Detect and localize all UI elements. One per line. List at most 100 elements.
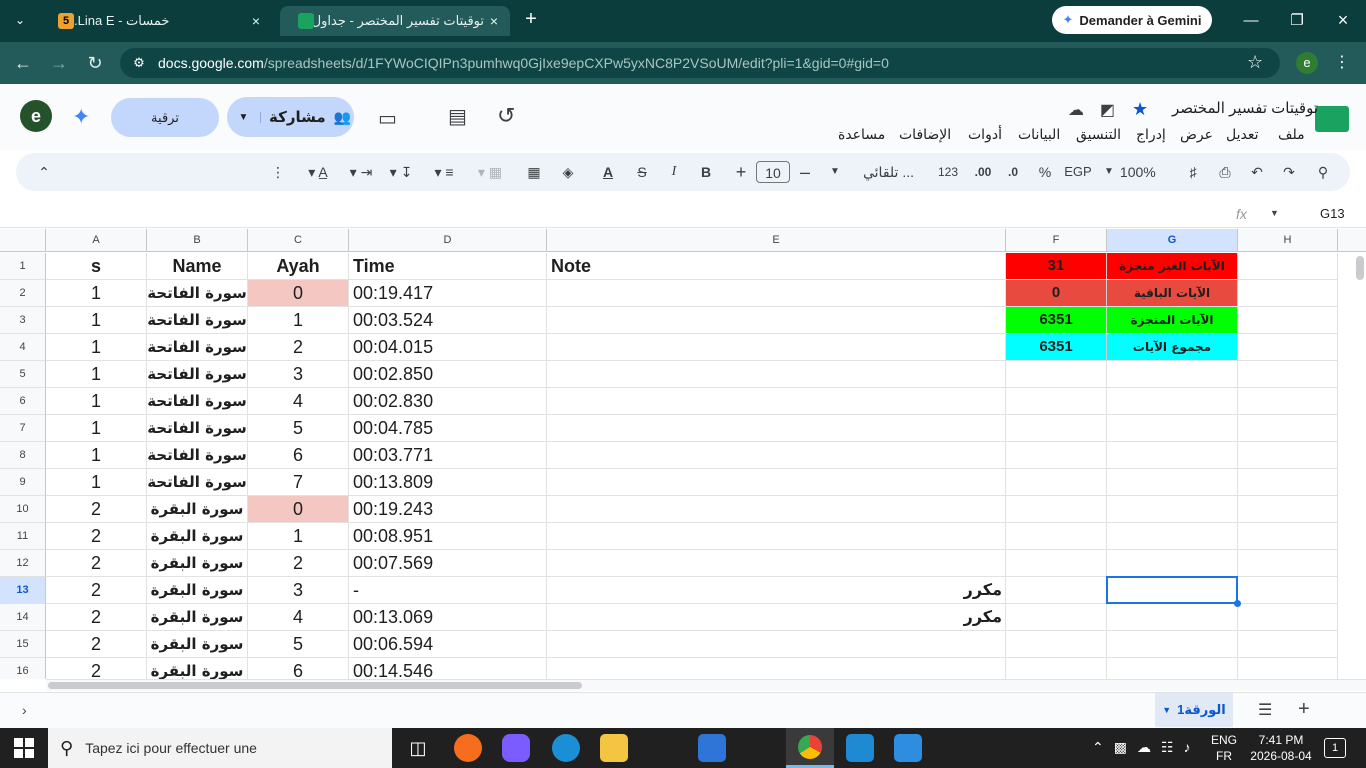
cell-d6[interactable]: 00:02.830 bbox=[349, 388, 547, 415]
cell-g10[interactable] bbox=[1107, 496, 1238, 523]
task-view-icon[interactable]: ◫ bbox=[404, 734, 432, 762]
text-color-icon[interactable]: A bbox=[596, 161, 620, 183]
cell-e4[interactable] bbox=[547, 334, 1006, 361]
sidebar-expand-icon[interactable]: › bbox=[22, 702, 27, 718]
browser-menu-icon[interactable]: ⋮ bbox=[1334, 52, 1350, 72]
menu-view[interactable]: عرض bbox=[1180, 126, 1213, 143]
cell-e15[interactable] bbox=[547, 631, 1006, 658]
cell-a8[interactable]: 1 bbox=[46, 442, 147, 469]
cell-h9[interactable] bbox=[1238, 469, 1338, 496]
cell-a4[interactable]: 1 bbox=[46, 334, 147, 361]
cell-a14[interactable]: 2 bbox=[46, 604, 147, 631]
row-header[interactable]: 14 bbox=[0, 604, 46, 631]
cell-h15[interactable] bbox=[1238, 631, 1338, 658]
fill-color-icon[interactable]: ◈ bbox=[556, 161, 580, 183]
paint-icon[interactable] bbox=[894, 734, 922, 762]
cell-h6[interactable] bbox=[1238, 388, 1338, 415]
cell-b3[interactable]: سورة الفاتحة bbox=[147, 307, 248, 334]
row-header[interactable]: 1 bbox=[0, 253, 46, 280]
text-direction-icon[interactable]: ▾ ⇥ bbox=[344, 161, 378, 183]
cell-b8[interactable]: سورة الفاتحة bbox=[147, 442, 248, 469]
font-size-increase-icon[interactable]: + bbox=[730, 161, 752, 183]
cell-h1[interactable] bbox=[1238, 253, 1338, 280]
search-menus-icon[interactable]: ⚲ bbox=[1312, 161, 1334, 183]
cell-c1[interactable]: Ayah bbox=[248, 253, 349, 280]
cell-g5[interactable] bbox=[1107, 361, 1238, 388]
cell-c7[interactable]: 5 bbox=[248, 415, 349, 442]
bold-icon[interactable]: B bbox=[694, 161, 718, 183]
language-indicator[interactable]: ENG FR bbox=[1206, 732, 1242, 764]
cell-g3[interactable]: الآيات المنجزة bbox=[1107, 307, 1238, 334]
cell-g7[interactable] bbox=[1107, 415, 1238, 442]
all-sheets-icon[interactable]: ☰ bbox=[1258, 700, 1272, 720]
tray-icons[interactable]: ⌃▩☁☷♪ bbox=[1092, 739, 1201, 756]
menu-help[interactable]: مساعدة bbox=[838, 126, 885, 143]
cell-d13[interactable]: - bbox=[349, 577, 547, 604]
name-box-dropdown-icon[interactable]: ▼ bbox=[1270, 208, 1279, 218]
cell-c12[interactable]: 2 bbox=[248, 550, 349, 577]
cell-h12[interactable] bbox=[1238, 550, 1338, 577]
sheet-tab[interactable]: ▼ الورقة1 bbox=[1155, 693, 1233, 727]
italic-icon[interactable]: I bbox=[662, 161, 686, 183]
cell-d8[interactable]: 00:03.771 bbox=[349, 442, 547, 469]
cell-f8[interactable] bbox=[1006, 442, 1107, 469]
file-explorer-icon[interactable] bbox=[600, 734, 628, 762]
clock[interactable]: 7:41 PM 2026-08-04 bbox=[1248, 732, 1314, 764]
row-header[interactable]: 5 bbox=[0, 361, 46, 388]
cell-c9[interactable]: 7 bbox=[248, 469, 349, 496]
select-all-corner[interactable] bbox=[0, 229, 46, 252]
cell-c16[interactable]: 6 bbox=[248, 658, 349, 679]
row-header[interactable]: 3 bbox=[0, 307, 46, 334]
tab-sheets[interactable]: توقيتات تفسير المختصر - جداول بـ bbox=[280, 6, 510, 36]
cell-b1[interactable]: Name bbox=[147, 253, 248, 280]
menu-data[interactable]: البيانات bbox=[1018, 126, 1060, 143]
paint-format-icon[interactable]: ♯ bbox=[1182, 161, 1204, 183]
cell-d16[interactable]: 00:14.546 bbox=[349, 658, 547, 679]
cell-a5[interactable]: 1 bbox=[46, 361, 147, 388]
cell-c4[interactable]: 2 bbox=[248, 334, 349, 361]
move-folder-icon[interactable]: ◩ bbox=[1100, 100, 1115, 120]
row-header[interactable]: 16 bbox=[0, 658, 46, 679]
cell-f14[interactable] bbox=[1006, 604, 1107, 631]
redo-icon[interactable]: ↷ bbox=[1278, 161, 1300, 183]
history-icon[interactable]: ↺ bbox=[497, 103, 515, 129]
forward-icon[interactable]: → bbox=[47, 51, 71, 75]
notification-icon[interactable]: 1 bbox=[1324, 738, 1346, 758]
cell-a11[interactable]: 2 bbox=[46, 523, 147, 550]
row-header[interactable]: 11 bbox=[0, 523, 46, 550]
cell-g11[interactable] bbox=[1107, 523, 1238, 550]
close-icon[interactable]: × bbox=[486, 13, 502, 29]
decrease-decimal-button[interactable]: .0 bbox=[1002, 161, 1024, 183]
gemini-sparkle-icon[interactable]: ✦ bbox=[72, 104, 90, 130]
cell-c13[interactable]: 3 bbox=[248, 577, 349, 604]
window-close-button[interactable]: × bbox=[1320, 0, 1366, 40]
cell-b5[interactable]: سورة الفاتحة bbox=[147, 361, 248, 388]
borders-icon[interactable]: ▦ bbox=[522, 161, 546, 183]
column-header-h[interactable]: H bbox=[1238, 229, 1338, 252]
cell-g14[interactable] bbox=[1107, 604, 1238, 631]
cell-a9[interactable]: 1 bbox=[46, 469, 147, 496]
column-header-c[interactable]: C bbox=[248, 229, 349, 252]
cell-h13[interactable] bbox=[1238, 577, 1338, 604]
cell-b10[interactable]: سورة البقرة bbox=[147, 496, 248, 523]
menu-file[interactable]: ملف bbox=[1278, 126, 1305, 143]
profile-avatar[interactable]: e bbox=[1296, 52, 1318, 74]
cell-f1[interactable]: 31 bbox=[1006, 253, 1107, 280]
vscode-icon[interactable] bbox=[846, 734, 874, 762]
share-dropdown-icon[interactable]: ▼ bbox=[227, 111, 261, 123]
cell-a16[interactable]: 2 bbox=[46, 658, 147, 679]
fill-handle[interactable] bbox=[1234, 600, 1241, 607]
cell-h5[interactable] bbox=[1238, 361, 1338, 388]
row-header[interactable]: 8 bbox=[0, 442, 46, 469]
font-size-decrease-icon[interactable]: – bbox=[794, 161, 816, 183]
number-format-button[interactable]: 123 bbox=[934, 161, 962, 183]
font-family-select[interactable]: ▼ تلقائي ... bbox=[830, 161, 914, 183]
row-header[interactable]: 13 bbox=[0, 577, 46, 604]
cell-h14[interactable] bbox=[1238, 604, 1338, 631]
cell-b14[interactable]: سورة البقرة bbox=[147, 604, 248, 631]
undo-icon[interactable]: ↶ bbox=[1246, 161, 1268, 183]
cell-e5[interactable] bbox=[547, 361, 1006, 388]
cell-f10[interactable] bbox=[1006, 496, 1107, 523]
cell-d1[interactable]: Time bbox=[349, 253, 547, 280]
cell-a15[interactable]: 2 bbox=[46, 631, 147, 658]
